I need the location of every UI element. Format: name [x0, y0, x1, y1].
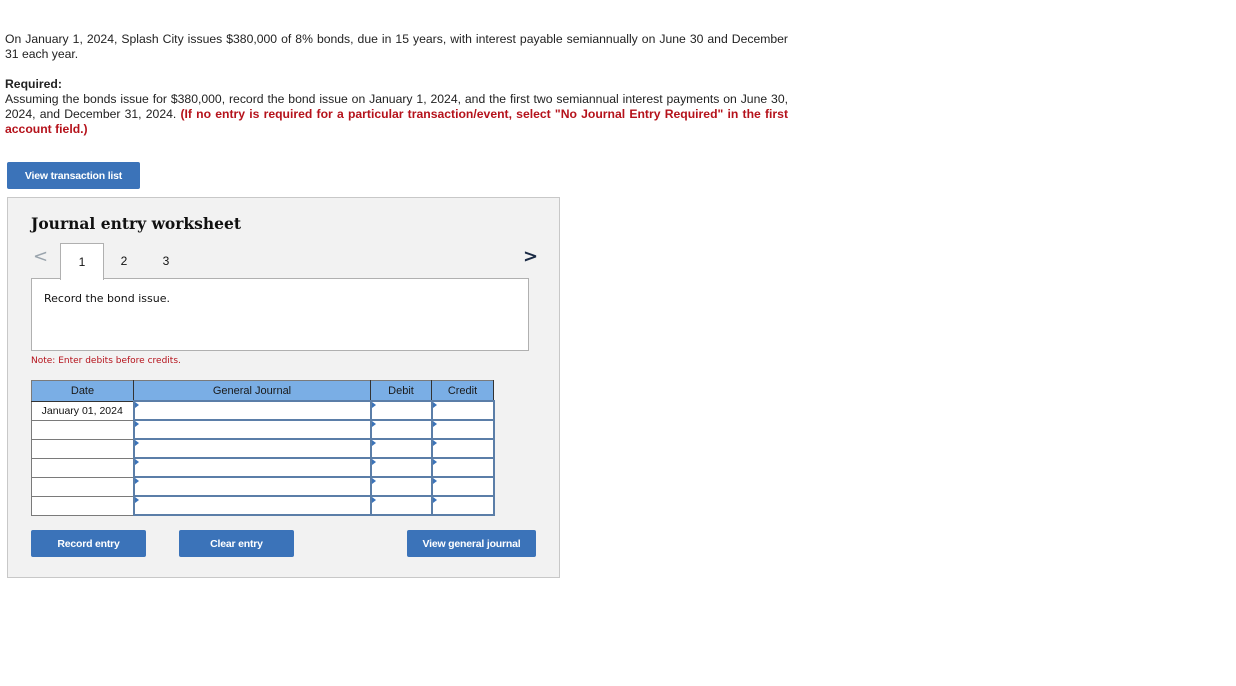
- instruction-box: Record the bond issue.: [31, 278, 529, 351]
- account-input[interactable]: [132, 476, 372, 497]
- note-text: Note: Enter debits before credits.: [31, 356, 181, 366]
- chevron-left-icon[interactable]: <: [33, 246, 48, 267]
- header-debit: Debit: [370, 380, 432, 402]
- problem-text: On January 1, 2024, Splash City issues $…: [5, 32, 788, 61]
- credit-input[interactable]: [430, 438, 495, 459]
- date-cell: [31, 495, 134, 516]
- account-input[interactable]: [132, 400, 372, 421]
- date-cell: January 01, 2024: [31, 400, 134, 421]
- debit-input[interactable]: [369, 438, 433, 459]
- table-row: January 01, 2024: [31, 400, 495, 421]
- required-instructions: Assuming the bonds issue for $380,000, r…: [5, 92, 788, 137]
- debit-input[interactable]: [369, 400, 433, 421]
- record-entry-button[interactable]: Record entry: [31, 530, 146, 557]
- clear-entry-button[interactable]: Clear entry: [179, 530, 294, 557]
- instruction-text: Record the bond issue.: [44, 292, 170, 305]
- credit-input[interactable]: [430, 476, 495, 497]
- credit-input[interactable]: [430, 419, 495, 440]
- account-input[interactable]: [132, 495, 372, 516]
- table-row: [31, 495, 495, 516]
- worksheet-title: Journal entry worksheet: [31, 214, 242, 233]
- header-credit: Credit: [431, 380, 494, 402]
- debit-input[interactable]: [369, 419, 433, 440]
- table-row: [31, 457, 495, 478]
- journal-entry-worksheet: Journal entry worksheet < 1 2 3 > Record…: [7, 197, 560, 578]
- debit-input[interactable]: [369, 495, 433, 516]
- account-input[interactable]: [132, 438, 372, 459]
- required-heading: Required:: [5, 77, 62, 91]
- account-input[interactable]: [132, 457, 372, 478]
- tab-2[interactable]: 2: [103, 243, 145, 279]
- date-cell: [31, 438, 134, 459]
- journal-header-row: Date General Journal Debit Credit: [31, 380, 494, 402]
- debit-input[interactable]: [369, 476, 433, 497]
- date-cell: [31, 457, 134, 478]
- tab-1[interactable]: 1: [60, 243, 104, 280]
- header-date: Date: [31, 380, 134, 402]
- table-row: [31, 419, 495, 440]
- view-general-journal-button[interactable]: View general journal: [407, 530, 536, 557]
- credit-input[interactable]: [430, 400, 495, 421]
- debit-input[interactable]: [369, 457, 433, 478]
- table-row: [31, 476, 495, 497]
- table-row: [31, 438, 495, 459]
- view-transaction-list-button[interactable]: View transaction list: [7, 162, 140, 189]
- chevron-right-icon[interactable]: >: [523, 246, 538, 267]
- worksheet-tabs: < 1 2 3 >: [8, 243, 559, 280]
- date-cell: [31, 476, 134, 497]
- date-cell: [31, 419, 134, 440]
- problem-statement: On January 1, 2024, Splash City issues $…: [5, 32, 788, 62]
- credit-input[interactable]: [430, 457, 495, 478]
- header-general-journal: General Journal: [133, 380, 371, 402]
- account-input[interactable]: [132, 419, 372, 440]
- credit-input[interactable]: [430, 495, 495, 516]
- tab-3[interactable]: 3: [145, 243, 187, 279]
- journal-table: Date General Journal Debit Credit Januar…: [31, 380, 495, 516]
